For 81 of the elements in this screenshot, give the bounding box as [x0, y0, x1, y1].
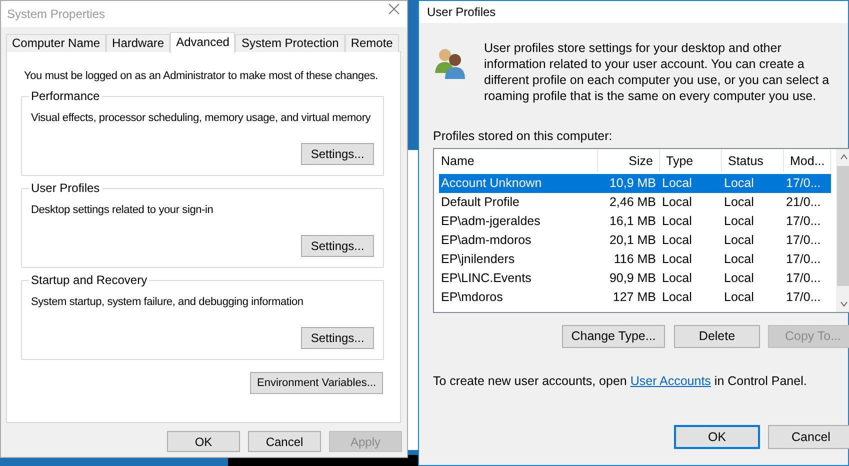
dialog-button[interactable]: OK [674, 425, 760, 449]
table-cell-text: Local [723, 213, 755, 230]
table-cell-text: Local [661, 194, 693, 211]
table-cell-text: Local [661, 251, 693, 268]
user-accounts-link[interactable]: User Accounts [630, 374, 711, 388]
group-title: Startup and Recovery [29, 273, 150, 287]
table-cell-text: EP\jnilenders [440, 251, 516, 268]
group-description: Desktop settings related to your sign-in [31, 203, 214, 218]
table-cell-text: Default Profile [440, 194, 521, 211]
action-button[interactable]: Delete [674, 325, 760, 348]
dialog-button[interactable]: OK [167, 431, 240, 452]
settings-button[interactable]: Settings... [301, 235, 374, 257]
table-cell-text: Account Unknown [440, 175, 543, 192]
table-cell-text: 17/0... [785, 270, 822, 287]
table-row[interactable]: EP\jnilenders 116 MB Local Local 17/0... [439, 250, 831, 269]
column-header[interactable]: Name [435, 150, 598, 172]
table-cell-text: EP\adm-jgeraldes [440, 213, 542, 230]
environment-variables-button[interactable]: Environment Variables... [250, 372, 383, 394]
table-cell-text: 116 MB [612, 251, 657, 268]
table-cell-text: EP\mdoros [440, 289, 504, 306]
scroll-down-icon[interactable] [840, 301, 848, 307]
table-cell-text: Local [661, 213, 693, 230]
column-header[interactable]: Type [660, 150, 722, 172]
table-cell-text: Local [661, 289, 693, 306]
table-cell-text: Local [723, 194, 755, 211]
table-row[interactable]: Default Profile 2,46 MB Local Local 21/0... [439, 193, 831, 212]
close-icon[interactable] [388, 3, 400, 15]
dialog-button[interactable]: Cancel [768, 425, 849, 449]
table-cell-text: 17/0... [785, 175, 822, 192]
table-cell-text: 17/0... [785, 232, 822, 249]
table-cell-text: 90,9 MB [608, 270, 657, 287]
table-cell-text: Local [661, 270, 693, 287]
table-cell-text: Local [661, 175, 693, 192]
table-cell-text: Local [723, 232, 755, 249]
column-header[interactable]: Size [598, 150, 660, 172]
table-cell-text: 17/0... [785, 213, 822, 230]
group-title: User Profiles [29, 181, 102, 195]
table-row[interactable]: EP\mdoros 127 MB Local Local 17/0... [439, 288, 831, 307]
table-cell-text: 16,1 MB [608, 213, 657, 230]
table-cell-text: 17/0... [785, 251, 822, 268]
scroll-thumb[interactable] [837, 166, 849, 286]
table-cell-text: 2,46 MB [608, 194, 657, 211]
table-row[interactable]: EP\adm-mdoros 20,1 MB Local Local 17/0... [439, 231, 831, 250]
footer-text: To create new user accounts, open User Accounts in Control Panel. [433, 373, 807, 390]
table-cell-text: Local [723, 251, 755, 268]
window-title: System Properties [7, 6, 106, 23]
list-label: Profiles stored on this computer: [433, 128, 612, 145]
table-cell-text: Local [723, 175, 755, 192]
tab[interactable]: Hardware [106, 34, 170, 52]
table-cell-text: Local [723, 270, 755, 287]
intro-text: User profiles store settings for your desktop and other information related to your user account. You can create a different profile on each computer you use, or you can select a roaming profile that is the same on every computer you use. [484, 40, 830, 104]
settings-button[interactable]: Settings... [301, 143, 374, 165]
table-cell-text: Local [723, 289, 755, 306]
group-title: Performance [29, 89, 102, 103]
group-description: System startup, system failure, and debugging information [31, 295, 304, 310]
table-cell-text: 10,9 MB [608, 175, 657, 192]
table-row[interactable]: Account Unknown 10,9 MB Local Local 17/0... [439, 174, 831, 193]
table-cell-text: EP\adm-mdoros [440, 232, 532, 249]
tab[interactable]: System Protection [235, 34, 345, 52]
tab[interactable]: Remote [344, 34, 399, 52]
tab[interactable]: Advanced [170, 32, 236, 53]
group-description: Visual effects, processor scheduling, memory usage, and virtual memory [31, 111, 371, 126]
table-cell-text: 127 MB [612, 289, 657, 306]
tab[interactable]: Computer Name [6, 34, 106, 52]
table-cell-text: Local [661, 232, 693, 249]
notice-text: You must be logged on as an Administrator to make most of these changes. [24, 69, 378, 84]
users-icon [433, 46, 467, 80]
table-row[interactable]: EP\LINC.Events 90,9 MB Local Local 17/0... [439, 269, 831, 288]
column-header[interactable]: Status [722, 150, 784, 172]
table-cell-text: EP\LINC.Events [440, 270, 532, 287]
scrollbar[interactable] [836, 149, 849, 312]
action-button[interactable]: Change Type... [562, 325, 665, 348]
table-cell-text: 20,1 MB [608, 232, 657, 249]
dialog-button[interactable]: Cancel [248, 431, 321, 452]
table-cell-text: 21/0... [785, 194, 822, 211]
table-cell-text: 17/0... [785, 289, 822, 306]
window-title: User Profiles [427, 4, 496, 21]
settings-button[interactable]: Settings... [301, 327, 374, 349]
table-row[interactable]: EP\adm-jgeraldes 16,1 MB Local Local 17/0... [439, 212, 831, 231]
column-header[interactable]: Mod... [784, 150, 831, 172]
scroll-up-icon[interactable] [840, 154, 848, 160]
